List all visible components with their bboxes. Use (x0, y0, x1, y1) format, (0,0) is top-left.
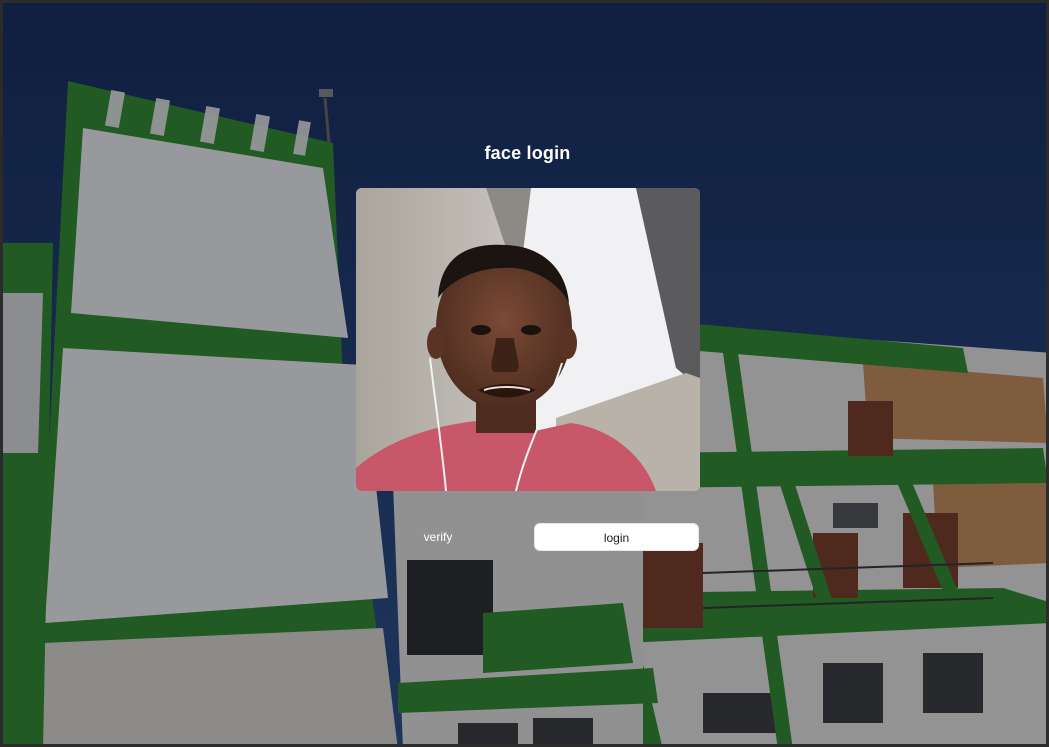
login-button[interactable]: login (534, 523, 699, 551)
camera-preview (356, 188, 700, 491)
verify-button[interactable]: verify (362, 523, 514, 551)
app-window: face login verify login (0, 0, 1049, 747)
page-title: face login (484, 143, 571, 163)
